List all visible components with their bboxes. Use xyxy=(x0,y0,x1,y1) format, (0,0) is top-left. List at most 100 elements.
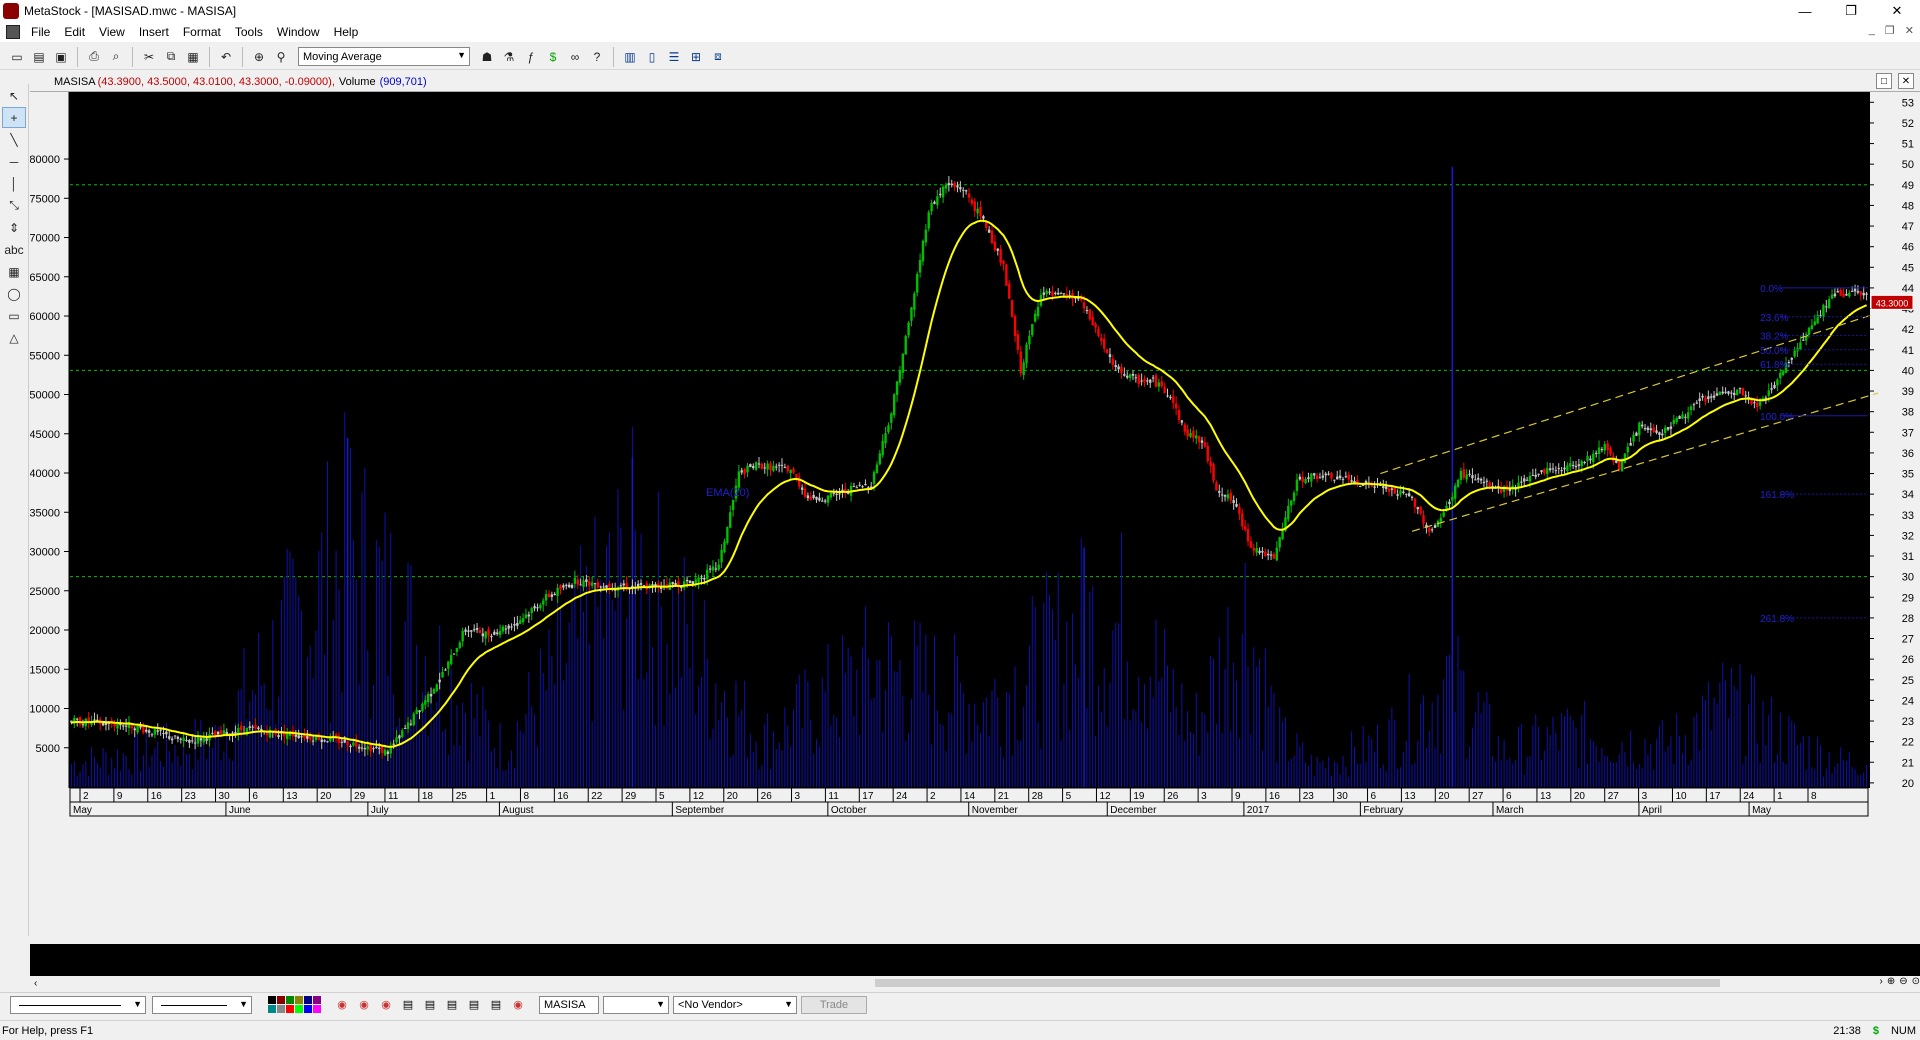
explorer-icon[interactable]: ⚗ xyxy=(499,47,519,67)
vendor-select[interactable]: <No Vendor> ▼ xyxy=(673,995,797,1014)
zoom-in-icon[interactable]: ⊕ xyxy=(1887,976,1895,987)
candle-body xyxy=(1252,547,1256,551)
layout-icon[interactable]: ▤ xyxy=(488,997,504,1013)
menu-insert[interactable]: Insert xyxy=(132,25,176,39)
chrome-icon[interactable]: ◉ xyxy=(510,997,526,1013)
menu-file[interactable]: File xyxy=(24,25,57,39)
candle-body xyxy=(1767,390,1770,396)
doc-close-button[interactable]: ✕ xyxy=(1905,24,1914,37)
vertical-line-icon[interactable]: │ xyxy=(2,173,26,194)
chart-scrollbar[interactable]: ‹ › ⊕ ⊖ ⊙ xyxy=(30,976,1920,990)
window-horizontal-icon[interactable]: ☰ xyxy=(664,47,684,67)
status-bar: For Help, press F1 21:38 $ NUM xyxy=(0,1020,1920,1040)
text-tool-icon[interactable]: abc xyxy=(2,239,26,260)
layout-icon[interactable]: ▤ xyxy=(466,997,482,1013)
zoom-out-icon[interactable]: ⊖ xyxy=(1899,976,1907,987)
copy-icon[interactable]: ⧉ xyxy=(161,47,181,67)
help-pointer-icon[interactable]: ? xyxy=(587,47,607,67)
formula-icon[interactable]: ƒ xyxy=(521,47,541,67)
candle-body xyxy=(1718,391,1722,395)
minimize-button[interactable]: — xyxy=(1782,0,1828,22)
scroll-left-icon[interactable]: ‹ xyxy=(34,978,37,989)
print-preview-icon[interactable]: ⌕ xyxy=(106,47,126,67)
print-icon[interactable]: ⎙ xyxy=(84,47,104,67)
menu-edit[interactable]: Edit xyxy=(57,25,92,39)
window-split-icon[interactable]: ▯ xyxy=(642,47,662,67)
window-cascade-icon[interactable]: ⧈ xyxy=(708,47,728,67)
trade-button[interactable]: Trade xyxy=(801,995,867,1014)
chrome-icon[interactable]: ◉ xyxy=(378,997,394,1013)
candle-body xyxy=(1410,496,1414,498)
candle-body xyxy=(752,466,755,468)
candle-body xyxy=(608,583,611,588)
rectangle-tool-icon[interactable]: ▭ xyxy=(2,305,26,326)
candle-body xyxy=(1298,476,1302,480)
window-grid-icon[interactable]: ⊞ xyxy=(686,47,706,67)
ellipse-tool-icon[interactable]: ◯ xyxy=(2,283,26,304)
candle-body xyxy=(1128,374,1132,378)
binoculars-icon[interactable]: ∞ xyxy=(565,47,585,67)
doc-restore-button[interactable]: ❐ xyxy=(1885,24,1895,37)
price-volume-chart[interactable]: EMA(20)0.0%23.6%38.2%50.0%61.8%100.0%161… xyxy=(30,92,1920,944)
layout-icon[interactable]: ▤ xyxy=(400,997,416,1013)
save-icon[interactable]: ▣ xyxy=(51,47,71,67)
candle-body xyxy=(254,725,257,729)
candle-body xyxy=(343,739,346,743)
zoom-icon[interactable]: ⚲ xyxy=(271,47,291,67)
document-system-menu-icon[interactable] xyxy=(6,25,20,39)
status-right: 21:38 $ NUM xyxy=(1833,1025,1916,1037)
volume-tick-label: 40000 xyxy=(30,468,60,480)
trendline-icon[interactable]: ╲ xyxy=(2,129,26,150)
layout-icon[interactable]: ▤ xyxy=(422,997,438,1013)
line-style-select[interactable]: ▼ xyxy=(10,995,146,1014)
line-weight-select[interactable]: ▼ xyxy=(152,995,252,1014)
date-tick-label: 10 xyxy=(1675,791,1687,802)
layout-icon[interactable]: ▤ xyxy=(444,997,460,1013)
candle-body xyxy=(239,725,243,731)
indicator-select[interactable]: Moving Average ▼ xyxy=(298,47,470,66)
scroll-right-icon[interactable]: › xyxy=(1879,976,1882,987)
restore-button[interactable]: ❐ xyxy=(1828,0,1874,22)
grid-tool-icon[interactable]: ▦ xyxy=(2,261,26,282)
cross-cursor-icon[interactable]: + xyxy=(2,107,26,128)
chart-maximize-button[interactable]: □ xyxy=(1876,73,1892,89)
horizontal-line-icon[interactable]: ─ xyxy=(2,151,26,172)
pointer-icon[interactable]: ↖ xyxy=(2,85,26,106)
menu-tools[interactable]: Tools xyxy=(228,25,270,39)
zoom-reset-icon[interactable]: ⊙ xyxy=(1912,976,1920,987)
triangle-tool-icon[interactable]: △ xyxy=(2,327,26,348)
menu-format[interactable]: Format xyxy=(176,25,228,39)
cut-icon[interactable]: ✂ xyxy=(139,47,159,67)
undo-icon[interactable]: ↶ xyxy=(216,47,236,67)
channel-icon[interactable]: ⤡ xyxy=(2,195,26,216)
open-icon[interactable]: ▤ xyxy=(29,47,49,67)
candle-body xyxy=(378,747,381,749)
doc-minimize-button[interactable]: _ xyxy=(1869,24,1875,37)
expert-icon[interactable]: ☗ xyxy=(477,47,497,67)
chart-close-button[interactable]: ✕ xyxy=(1898,73,1914,89)
candle-body xyxy=(1528,475,1532,482)
symbol-field[interactable]: MASISA xyxy=(539,995,599,1014)
candle-body xyxy=(173,735,177,737)
menu-window[interactable]: Window xyxy=(270,25,327,39)
color-palette[interactable] xyxy=(268,996,321,1013)
dollar-icon[interactable]: $ xyxy=(543,47,563,67)
candle-body xyxy=(924,229,928,243)
tile-icon[interactable]: ▥ xyxy=(620,47,640,67)
close-button[interactable]: ✕ xyxy=(1874,0,1920,22)
scroll-thumb[interactable] xyxy=(875,979,1720,987)
menu-view[interactable]: View xyxy=(92,25,132,39)
chrome-icon[interactable]: ◉ xyxy=(356,997,372,1013)
new-icon[interactable]: ▭ xyxy=(7,47,27,67)
paste-icon[interactable]: ▦ xyxy=(183,47,203,67)
chrome-icon[interactable]: ◉ xyxy=(334,997,350,1013)
candle-body xyxy=(1862,292,1865,296)
chart-plot-area[interactable]: EMA(20) 0.0% 23.6% 38.2% 50.0% 61.8% 100.0% 161… xyxy=(30,92,1920,944)
scroll-updown-icon[interactable]: ⇕ xyxy=(2,217,26,238)
candle-body xyxy=(579,584,582,586)
crosshair-icon[interactable]: ⊕ xyxy=(249,47,269,67)
menu-help[interactable]: Help xyxy=(327,25,366,39)
candle-body xyxy=(1209,461,1212,467)
period-select[interactable]: ▼ xyxy=(603,995,669,1014)
candle-body xyxy=(1347,474,1350,480)
